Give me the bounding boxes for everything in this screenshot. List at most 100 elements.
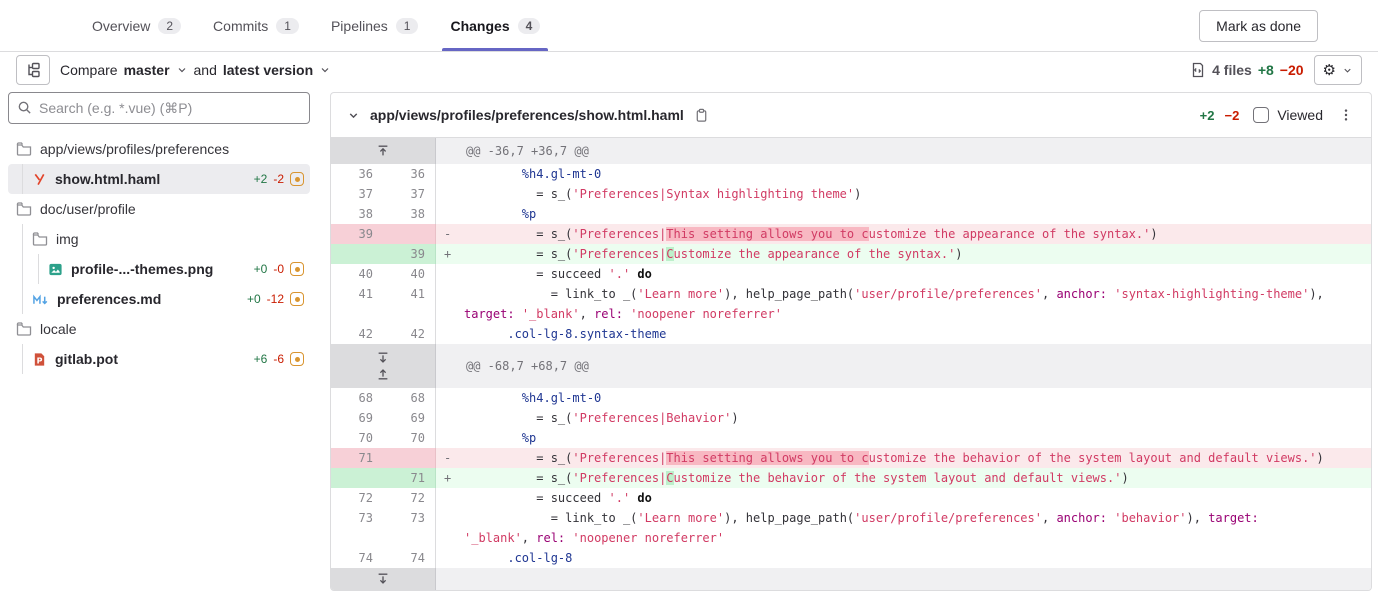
code-line: %h4.gl-mt-0 [436,164,1371,184]
old-line-number[interactable]: 70 [331,428,383,448]
tree-indent-guide [22,344,23,374]
modified-badge-icon [290,352,304,366]
tree-file-show-html-haml[interactable]: show.html.haml+2-2 [8,164,310,194]
modified-badge-icon [290,262,304,276]
file-tree-toggle-button[interactable] [16,55,50,85]
tree-folder-locale[interactable]: locale [8,314,310,344]
old-line-number[interactable]: 68 [331,388,383,408]
new-line-number[interactable]: 69 [383,408,435,428]
tab-overview[interactable]: Overview2 [80,0,193,51]
expand-down-icon[interactable] [376,572,390,586]
code-line: + = s_('Preferences|Customize the appear… [436,244,1371,264]
old-line-number[interactable] [331,468,383,488]
code-line: .col-lg-8.syntax-theme [436,324,1371,344]
tab-label: Commits [213,18,268,34]
diff-table: @@ -36,7 +36,7 @@3636 %h4.gl-mt-03737 = … [331,138,1371,590]
old-line-number[interactable]: 38 [331,204,383,224]
old-line-number[interactable]: 73 [331,508,383,548]
diff-line-row: 3737 = s_('Preferences|Syntax highlighti… [331,184,1371,204]
code-text: = s_('Preferences|This setting allows yo… [464,224,1158,244]
mark-as-done-button[interactable]: Mark as done [1199,10,1318,42]
tree-folder-img[interactable]: img [8,224,310,254]
file-options-kebab-icon[interactable] [1337,107,1355,123]
tab-changes[interactable]: Changes4 [438,0,552,51]
removed-count: -2 [273,172,284,186]
file-path[interactable]: app/views/profiles/preferences/show.html… [370,107,684,123]
chevron-down-icon [319,64,331,76]
new-line-number[interactable]: 72 [383,488,435,508]
tree-file-gitlab-pot[interactable]: Pgitlab.pot+6-6 [8,344,310,374]
file-search-input[interactable] [8,92,310,124]
new-line-number[interactable]: 71 [383,468,435,488]
code-line: - = s_('Preferences|This setting allows … [436,224,1371,244]
tree-folder-app-views-profiles-preferences[interactable]: app/views/profiles/preferences [8,134,310,164]
new-line-number[interactable]: 73 [383,508,435,548]
source-branch-dropdown[interactable]: master [124,62,170,78]
line-type-marker: + [444,468,464,488]
new-line-number[interactable] [383,224,435,244]
line-type-marker [444,164,464,184]
tab-pipelines[interactable]: Pipelines1 [319,0,431,51]
diff-gutter: 7272 [331,488,436,508]
old-line-number[interactable]: 40 [331,264,383,284]
removed-count: -0 [273,262,284,276]
old-line-number[interactable]: 72 [331,488,383,508]
expand-up-icon[interactable] [376,144,390,158]
diff-line-row: 7373 = link_to _('Learn more'), help_pag… [331,508,1371,548]
tab-count-badge: 1 [276,18,299,34]
tree-file-profile-themes-png[interactable]: profile-...-themes.png+0-0 [8,254,310,284]
old-line-number[interactable]: 39 [331,224,383,244]
tab-commits[interactable]: Commits 1 [201,0,311,51]
code-text: = link_to _('Learn more'), help_page_pat… [464,508,1259,548]
copy-path-icon[interactable] [694,108,709,123]
target-version-dropdown[interactable]: latest version [223,62,313,78]
code-line: %h4.gl-mt-0 [436,388,1371,408]
expand-up-icon[interactable] [376,367,390,381]
old-line-number[interactable] [331,244,383,264]
diff-settings-button[interactable]: ⚙ [1314,55,1362,85]
old-line-number[interactable]: 37 [331,184,383,204]
code-line: = succeed '.' do [436,264,1371,284]
new-line-number[interactable]: 40 [383,264,435,284]
and-label: and [194,62,217,78]
mr-tab-bar: Overview2Commits1Pipelines1Changes4 Mark… [0,0,1378,52]
old-line-number[interactable]: 74 [331,548,383,568]
new-line-number[interactable]: 68 [383,388,435,408]
old-line-number[interactable]: 69 [331,408,383,428]
tree-indent-guide [22,284,23,314]
collapse-file-chevron-down-icon[interactable] [347,109,360,122]
tab-count-badge: 1 [396,18,419,34]
viewed-checkbox[interactable] [1253,107,1269,123]
new-line-number[interactable]: 42 [383,324,435,344]
code-text: = s_('Preferences|Customize the appearan… [464,244,963,264]
tree-folder-doc-user-profile[interactable]: doc/user/profile [8,194,310,224]
old-line-number[interactable]: 71 [331,448,383,468]
tree-file-preferences-md[interactable]: preferences.md+0-12 [8,284,310,314]
tree-indent-guide [38,254,39,284]
compare-bar: Compare master and latest version 4 file… [0,52,1378,88]
old-line-number[interactable]: 41 [331,284,383,324]
new-line-number[interactable]: 41 [383,284,435,324]
line-type-marker [444,284,464,304]
file-change-stats: +6-6 [254,352,304,366]
new-line-number[interactable]: 74 [383,548,435,568]
new-line-number[interactable]: 70 [383,428,435,448]
viewed-toggle[interactable]: Viewed [1253,107,1323,123]
new-line-number[interactable]: 39 [383,244,435,264]
expand-down-icon[interactable] [376,351,390,365]
folder-name: doc/user/profile [40,201,136,217]
file-browser-sidebar: app/views/profiles/preferencesshow.html.… [8,92,310,374]
file-lines-added: +2 [1200,108,1215,123]
new-line-number[interactable] [383,448,435,468]
new-line-number[interactable]: 37 [383,184,435,204]
hunk-expander-row: @@ -68,7 +68,7 @@ [331,344,1371,388]
tab-label: Changes [450,18,509,34]
line-type-marker: + [444,244,464,264]
diff-file-card: app/views/profiles/preferences/show.html… [330,92,1372,591]
tabs: Overview2Commits1Pipelines1Changes4 [80,0,552,51]
diff-gutter [331,344,436,388]
new-line-number[interactable]: 38 [383,204,435,224]
new-line-number[interactable]: 36 [383,164,435,184]
old-line-number[interactable]: 36 [331,164,383,184]
old-line-number[interactable]: 42 [331,324,383,344]
